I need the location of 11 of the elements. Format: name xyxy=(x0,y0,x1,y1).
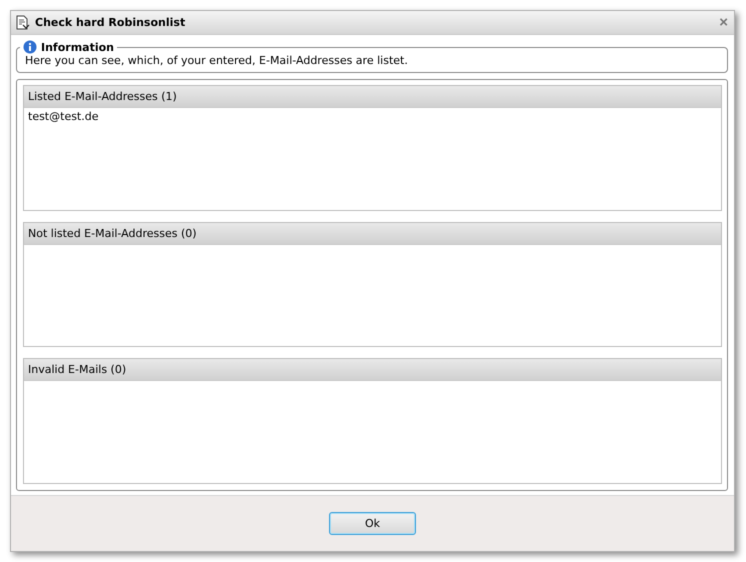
group-legend: Information xyxy=(41,40,114,54)
list-header: Listed E-Mail-Addresses (1) xyxy=(24,86,721,108)
ok-button[interactable]: Ok xyxy=(329,512,416,535)
information-text: Here you can see, which, of your entered, E-Mail-Addresses are listet. xyxy=(25,54,409,67)
document-icon xyxy=(15,15,30,30)
list-item[interactable]: test@test.de xyxy=(28,110,717,123)
close-button[interactable]: × xyxy=(719,15,728,30)
window-title: Check hard Robinsonlist xyxy=(35,16,186,29)
list-header: Not listed E-Mail-Addresses (0) xyxy=(24,222,721,245)
list-header: Invalid E-Mails (0) xyxy=(24,359,721,382)
info-icon xyxy=(23,40,37,54)
